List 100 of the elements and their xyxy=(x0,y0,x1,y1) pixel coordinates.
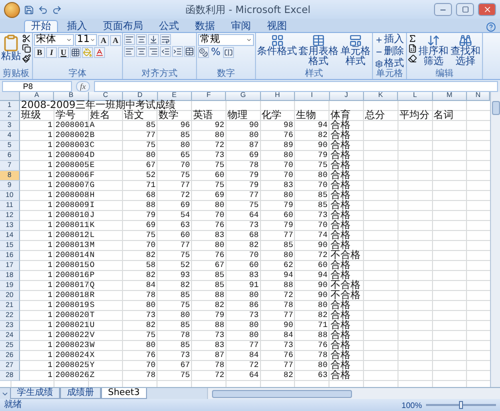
font-name-field[interactable]: 宋体 xyxy=(34,34,74,46)
indent-button[interactable] xyxy=(172,46,183,57)
middle-align-button[interactable] xyxy=(136,34,147,45)
horizontal-scrollbar[interactable] xyxy=(206,388,500,399)
table-cell-text: F xyxy=(88,171,96,181)
font-size-field[interactable]: 11 xyxy=(75,34,97,46)
table-cell-text: 69 xyxy=(144,221,157,231)
style-button[interactable]: 条件格式 xyxy=(257,34,297,57)
table-cell-text: 合格 xyxy=(330,371,352,381)
table-cell-text: 94 xyxy=(282,271,294,281)
ribbon-tab[interactable]: 页面布局 xyxy=(96,20,150,32)
table-cell-text: 69 xyxy=(179,201,191,211)
italic-button[interactable]: I xyxy=(46,47,57,58)
table-cell-text: 72 xyxy=(179,191,191,201)
table-cell-text: 90 xyxy=(316,281,329,291)
close-button[interactable] xyxy=(478,3,496,16)
paste-button[interactable]: 粘贴 xyxy=(1,34,21,62)
underline-button[interactable]: U xyxy=(58,47,69,58)
table-cell-text: 88 xyxy=(144,201,157,211)
table-cell-text: 82 xyxy=(179,281,191,291)
table-cell: 2008025 xyxy=(54,361,89,371)
outdent-button[interactable] xyxy=(160,46,171,57)
editing-button[interactable]: 排序和筛选 xyxy=(418,34,449,67)
table-cell-text: 64 xyxy=(248,211,260,221)
table-cell-text: 60 xyxy=(248,261,260,271)
scissors-icon xyxy=(22,34,31,43)
wrap-text-button[interactable] xyxy=(160,34,171,45)
save-icon xyxy=(24,4,34,14)
merge-button[interactable] xyxy=(184,46,195,57)
formula-field[interactable] xyxy=(94,80,498,92)
ribbon-tab[interactable]: 开始 xyxy=(24,20,58,32)
table-cell-text: 78 xyxy=(144,291,157,301)
table-cell-text: 80 xyxy=(248,131,260,141)
table-cell-text: 78 xyxy=(248,161,260,171)
shrink-font-button[interactable]: A xyxy=(110,34,121,46)
cell-command-button[interactable]: 插入 xyxy=(374,34,405,45)
table-cell-text: 73 xyxy=(179,351,191,361)
table-cell-text: H xyxy=(88,191,96,201)
office-button[interactable] xyxy=(4,2,20,18)
bottom-align-button[interactable] xyxy=(148,34,159,45)
decimal-button[interactable] xyxy=(222,47,234,58)
name-box[interactable]: P8 xyxy=(2,80,72,92)
cell-style-icon xyxy=(349,34,362,47)
sheet-tab[interactable]: 学生成绩 xyxy=(10,388,60,399)
table-cell-text: 82 xyxy=(282,371,294,381)
sheet-tab[interactable]: Sheet3 xyxy=(101,388,147,399)
table-cell: 2008001 xyxy=(54,121,89,131)
table-cell-text: 83 xyxy=(282,181,294,191)
insert-function-button[interactable]: fx xyxy=(76,80,90,92)
table-cell-text: 80 xyxy=(316,171,329,181)
table-cell-text: 58 xyxy=(144,261,157,271)
align-right-button[interactable] xyxy=(148,46,159,57)
ribbon-tab[interactable]: 公式 xyxy=(152,20,186,32)
table-cell-text: 82 xyxy=(144,321,157,331)
table-cell-text: 77 xyxy=(144,131,157,141)
vertical-scrollbar[interactable] xyxy=(490,92,500,387)
table-cell-text: 83 xyxy=(214,341,226,351)
table-cell-text: 70 xyxy=(316,221,329,231)
table-cell-text: Q xyxy=(88,281,96,291)
table-cell-text: 1 xyxy=(46,161,54,171)
align-left-button[interactable] xyxy=(124,46,135,57)
table-cell-text: 73 xyxy=(248,221,260,231)
ribbon-tab[interactable]: 插入 xyxy=(60,20,94,32)
cell-command-button[interactable]: 格式 xyxy=(374,58,405,69)
borders-button[interactable] xyxy=(70,47,81,58)
style-button[interactable]: 单元格样式 xyxy=(340,34,371,67)
table-cell-text: 1 xyxy=(46,251,54,261)
style-button[interactable]: 套用表格格式 xyxy=(298,34,339,67)
table-cell: 2008005 xyxy=(54,161,89,171)
currency-button[interactable] xyxy=(198,47,209,58)
table-cell-text: 73 xyxy=(282,341,294,351)
ribbon-tab[interactable]: 数据 xyxy=(188,20,222,32)
table-cell-text: 77 xyxy=(282,231,294,241)
table-cell-text: 90 xyxy=(316,291,329,301)
font-color-button[interactable] xyxy=(94,47,105,58)
number-format-field[interactable]: 常规 xyxy=(198,34,254,46)
minimize-button[interactable] xyxy=(434,3,452,16)
table-cell-text: 班级 xyxy=(20,111,42,121)
gear-icon xyxy=(375,60,383,68)
grid-icon xyxy=(71,48,80,57)
percent-button[interactable]: % xyxy=(210,47,222,58)
ribbon-tab[interactable]: 视图 xyxy=(260,20,294,32)
coins-icon xyxy=(199,48,208,57)
top-align-button[interactable] xyxy=(124,34,135,45)
editing-button[interactable]: 查找和选择 xyxy=(450,34,481,67)
bold-button[interactable]: B xyxy=(34,47,45,58)
table-cell-text: 80 xyxy=(282,191,294,201)
grow-font-button[interactable]: A xyxy=(98,34,109,46)
table-cell-text: 70 xyxy=(282,161,294,171)
table-cell-text: 合格 xyxy=(330,321,352,331)
sheet-tab[interactable]: 成绩册 xyxy=(60,388,101,399)
cell-command-button[interactable]: 删除 xyxy=(374,46,405,57)
table-cell-text: 不合格 xyxy=(330,251,362,261)
ribbon-tab[interactable]: 审阅 xyxy=(224,20,258,32)
table-cell-text: 化学 xyxy=(260,111,283,121)
align-center-button[interactable] xyxy=(136,46,147,57)
table-cell-text: 68 xyxy=(248,231,260,241)
maximize-button[interactable] xyxy=(456,3,474,16)
group-label: 编辑 xyxy=(434,69,454,79)
fill-color-button[interactable] xyxy=(82,47,93,58)
